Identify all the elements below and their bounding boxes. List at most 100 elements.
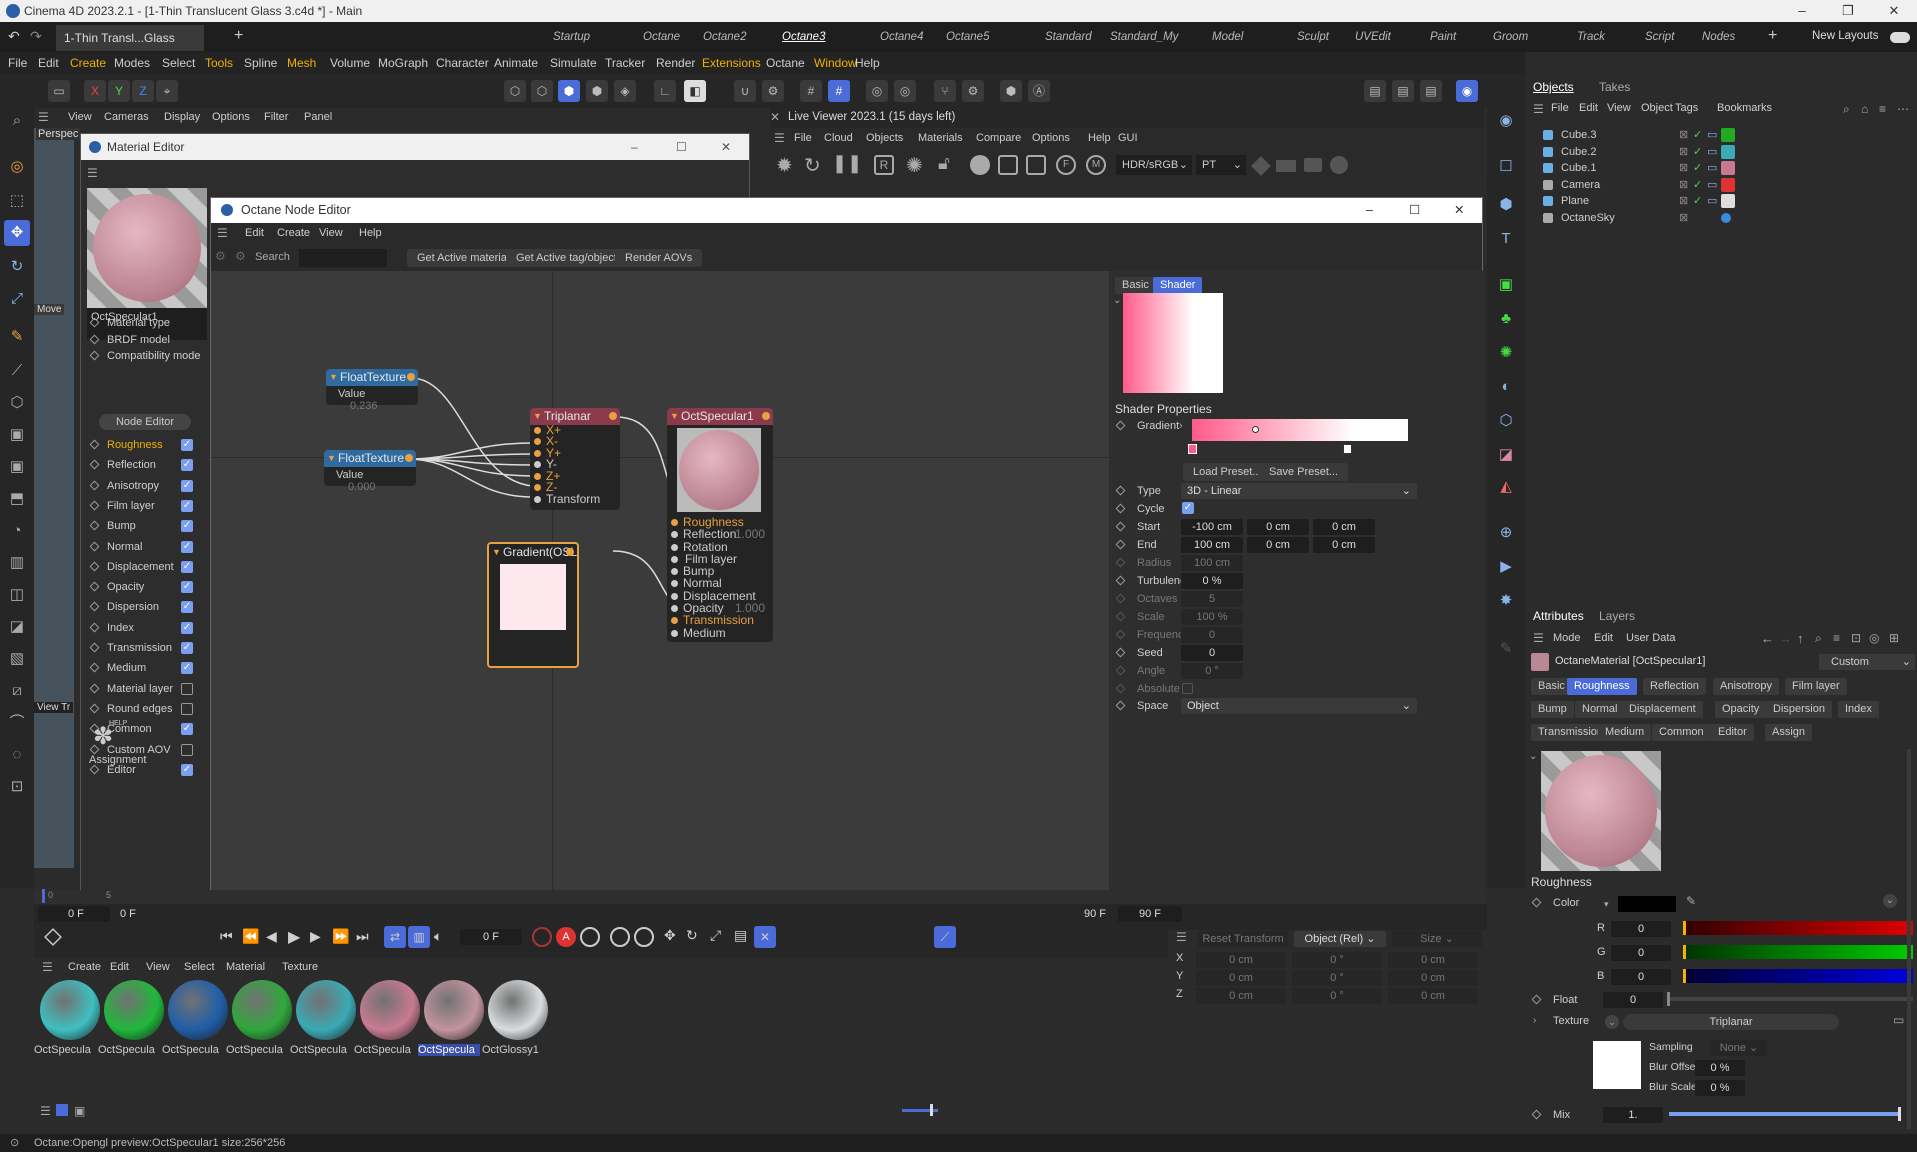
settings-icon[interactable]: ✺ bbox=[906, 153, 923, 178]
stop-icon[interactable] bbox=[1026, 155, 1046, 175]
octspecular-port-medium[interactable]: Medium bbox=[667, 626, 773, 639]
float-value[interactable]: 0.236 bbox=[350, 400, 378, 412]
menu-create[interactable]: Create bbox=[70, 52, 106, 74]
octane-render-icon[interactable]: ✹ bbox=[776, 153, 793, 178]
viewport[interactable]: Perspec Move View Tr bbox=[34, 128, 81, 868]
live-viewer-menu-file[interactable]: File bbox=[794, 132, 812, 144]
lock-icon[interactable]: ⊡ bbox=[1851, 631, 1861, 645]
channel-normal[interactable]: Normal ✓ bbox=[89, 538, 209, 556]
param-key-icon[interactable]: ▤ bbox=[734, 927, 747, 944]
playhead[interactable] bbox=[42, 889, 45, 903]
snap-settings-icon[interactable]: ⚙ bbox=[762, 80, 784, 102]
tab-shader[interactable]: Shader bbox=[1153, 277, 1203, 294]
filter-icon[interactable]: ≡ bbox=[1833, 631, 1840, 645]
collapse-icon[interactable]: ⌄ bbox=[1113, 295, 1121, 306]
settings-icon[interactable]: ⚙ bbox=[962, 80, 984, 102]
current-frame-field[interactable]: 0 F bbox=[460, 929, 522, 945]
attributes-scrollbar[interactable] bbox=[1907, 749, 1911, 1129]
region-render-icon[interactable]: R bbox=[874, 155, 894, 175]
objects-menu-object[interactable]: Object bbox=[1641, 102, 1673, 114]
point-level-icon[interactable] bbox=[634, 927, 654, 947]
live-viewer-menu-icon[interactable]: ☰ bbox=[774, 131, 785, 145]
coord-s-field[interactable]: 0 cm bbox=[1388, 970, 1478, 986]
menu-icon[interactable]: ☰ bbox=[1533, 102, 1544, 116]
coord-p-field[interactable]: 0 cm bbox=[1196, 988, 1286, 1004]
menu-spline[interactable]: Spline bbox=[244, 52, 277, 74]
settings-icon[interactable]: ⚙ bbox=[215, 249, 226, 263]
tab-takes[interactable]: Takes bbox=[1599, 80, 1630, 94]
minimize-icon[interactable]: – bbox=[631, 134, 638, 160]
scale-icon[interactable]: ⤢ bbox=[4, 286, 30, 312]
menu-simulate[interactable]: Simulate bbox=[550, 52, 597, 74]
live-viewer-menu-objects[interactable]: Objects bbox=[866, 132, 903, 144]
material-icon[interactable]: ▧ bbox=[4, 646, 30, 672]
timeline-ruler[interactable]: 0 5 bbox=[34, 889, 1487, 904]
minimize-icon[interactable]: – bbox=[1366, 198, 1373, 223]
material-tag-icon[interactable] bbox=[1721, 194, 1735, 208]
menu-edit[interactable]: Edit bbox=[38, 52, 59, 74]
node-canvas[interactable]: ▼ FloatTexture Value 0.236 ▼ FloatTexture … bbox=[211, 271, 1109, 906]
eyedropper-icon[interactable]: ✎ bbox=[1686, 894, 1696, 908]
menu-volume[interactable]: Volume bbox=[330, 52, 370, 74]
node-editor-menu-help[interactable]: Help bbox=[359, 227, 382, 239]
search-icon[interactable]: ⌕ bbox=[1843, 102, 1850, 117]
me-item-compatibility-mode[interactable]: Compatibility mode bbox=[89, 347, 209, 365]
viewport-menu-icon[interactable]: ☰ bbox=[38, 110, 49, 124]
maximize-icon[interactable]: ☐ bbox=[676, 134, 687, 160]
visibility-icon[interactable]: ⊠ bbox=[1679, 210, 1688, 226]
enabled-check-icon[interactable]: ✓ bbox=[1693, 193, 1702, 209]
triplanar-node[interactable]: ▼ Triplanar X+ X- Y+ Y- Z+ Z- Transform bbox=[530, 408, 620, 510]
restart-render-icon[interactable]: ↻ bbox=[804, 153, 821, 178]
enabled-check-icon[interactable]: ✓ bbox=[1693, 160, 1702, 176]
knife-icon[interactable]: ⟋ bbox=[4, 358, 30, 384]
channel-checkbox[interactable]: ✓ bbox=[181, 499, 193, 512]
menu-edit[interactable]: Edit bbox=[1594, 632, 1613, 644]
move-icon[interactable]: ✥ bbox=[4, 220, 30, 246]
search-icon[interactable]: ⌕ bbox=[1815, 631, 1822, 646]
cube-tool-icon[interactable]: ▣ bbox=[4, 422, 30, 448]
layout-tab-sculpt[interactable]: Sculpt bbox=[1297, 22, 1329, 52]
y-axis-lock-icon[interactable]: Y bbox=[108, 80, 130, 102]
texture-icon[interactable]: ◪ bbox=[4, 614, 30, 640]
viewport-menu-cameras[interactable]: Cameras bbox=[104, 111, 149, 123]
layout-tab-paint[interactable]: Paint bbox=[1430, 22, 1456, 52]
sphere-icon[interactable] bbox=[970, 155, 990, 175]
close-icon[interactable]: ✕ bbox=[721, 134, 731, 160]
viewport-menu-options[interactable]: Options bbox=[212, 111, 250, 123]
space-select[interactable]: Object ⌄ bbox=[1181, 698, 1417, 714]
pla-key-icon[interactable]: ✕ bbox=[754, 926, 776, 948]
assignment-label[interactable]: Assignment bbox=[89, 754, 146, 766]
mat-menu-texture[interactable]: Texture bbox=[282, 961, 318, 973]
list-view-icon[interactable]: ☰ bbox=[40, 1104, 51, 1118]
get-active-tag-button[interactable]: Get Active tag/object bbox=[506, 249, 627, 267]
coordinate-system-icon[interactable]: ⌖ bbox=[156, 80, 178, 102]
z-axis-lock-icon[interactable]: Z bbox=[132, 80, 154, 102]
end-z-field[interactable]: 0 cm bbox=[1313, 537, 1375, 553]
live-viewer-menu-help[interactable]: Help bbox=[1088, 132, 1111, 144]
octane-live-viewer-icon[interactable]: ◉ bbox=[1456, 80, 1478, 102]
menu-character[interactable]: Character bbox=[436, 52, 489, 74]
scale-key-icon[interactable]: ⤢ bbox=[710, 927, 721, 944]
channel-film-layer[interactable]: Film layer ✓ bbox=[89, 497, 209, 515]
mat-menu-create[interactable]: Create bbox=[68, 961, 101, 973]
visibility-icon[interactable]: ⊠ bbox=[1679, 160, 1688, 176]
layout-tab-script[interactable]: Script bbox=[1645, 22, 1674, 52]
g-field[interactable]: 0 bbox=[1611, 945, 1671, 961]
material-thumbnail[interactable] bbox=[232, 980, 292, 1040]
layout-tab-standard[interactable]: Standard bbox=[1045, 22, 1092, 52]
channel-dispersion[interactable]: Dispersion ✓ bbox=[89, 598, 209, 616]
coord-r-field[interactable]: 0 ° bbox=[1292, 952, 1382, 968]
deformer-icon[interactable]: ⑂ bbox=[934, 80, 956, 102]
blur-scale-field[interactable]: 0 % bbox=[1695, 1080, 1745, 1096]
brush-icon[interactable]: ✎ bbox=[4, 324, 30, 350]
points-mode-icon[interactable]: ⬡ bbox=[504, 80, 526, 102]
expand-texture-icon[interactable]: › bbox=[1533, 1015, 1536, 1026]
clapper-icon[interactable]: ▤ bbox=[1364, 80, 1386, 102]
forward-icon[interactable]: → bbox=[1779, 631, 1792, 646]
mix-field[interactable]: 1. bbox=[1603, 1107, 1663, 1123]
large-view-icon[interactable]: ▣ bbox=[74, 1104, 85, 1118]
mode-icon[interactable]: ▭ bbox=[48, 80, 70, 102]
cycle-checkbox[interactable]: ✓ bbox=[1182, 502, 1194, 514]
gradient-osl-node[interactable]: ▼ Gradient(OSL bbox=[487, 542, 579, 668]
coord-r-field[interactable]: 0 ° bbox=[1292, 970, 1382, 986]
